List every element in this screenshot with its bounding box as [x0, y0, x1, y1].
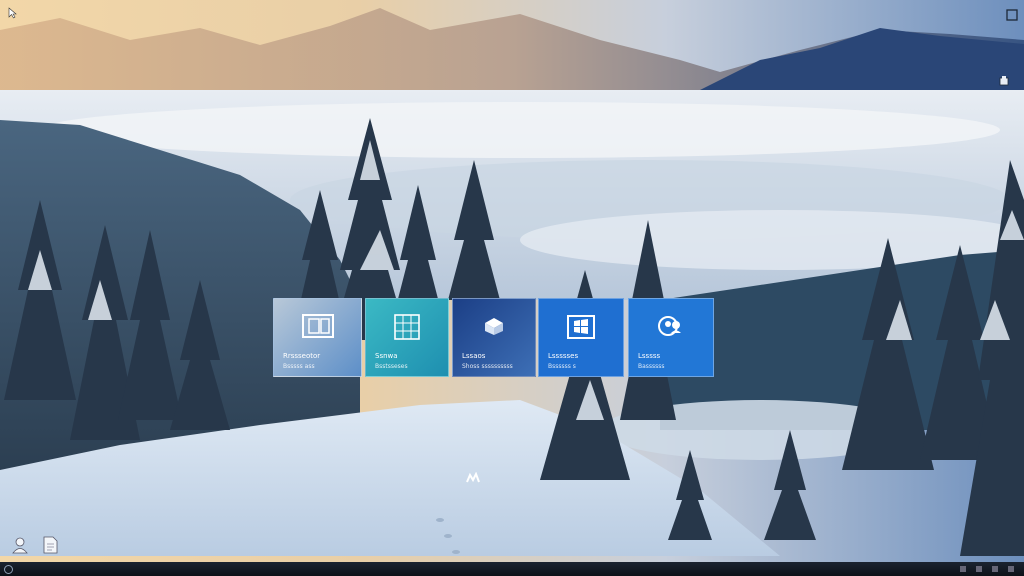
tile-label: Rrssseotor [283, 352, 321, 360]
tile-label: Lsssss [638, 352, 661, 360]
tray-icon[interactable] [960, 566, 966, 572]
taskbar[interactable] [0, 562, 1024, 576]
person-icon[interactable] [10, 536, 30, 554]
tile-label: Lssaos [462, 352, 486, 360]
tile-2[interactable]: Ssnwa Bsstsseses [365, 298, 449, 377]
tray-icon[interactable] [992, 566, 998, 572]
tile-label: Ssnwa [375, 352, 398, 360]
tile-sublabel: Shoss ssssssssss [462, 363, 513, 370]
tile-sublabel: Bssssss s [548, 363, 576, 370]
document-icon[interactable] [42, 536, 58, 554]
tile-sublabel: Bsssss ass [283, 363, 315, 370]
people-icon [656, 313, 686, 343]
pointer-icon [465, 471, 481, 485]
app-icon[interactable] [998, 72, 1010, 86]
tile-3[interactable]: Lssaos Shoss ssssssssss [452, 298, 536, 377]
cursor-icon [8, 4, 18, 19]
window-icon [301, 313, 335, 343]
desktop-wallpaper [0, 0, 1024, 576]
tray-icon[interactable] [1008, 566, 1014, 572]
tile-sublabel: Bsstsseses [375, 363, 408, 370]
tile-label: Lssssses [548, 352, 579, 360]
tile-sublabel: Bassssss [638, 363, 665, 370]
calendar-grid-icon [393, 313, 421, 345]
tile-1[interactable]: Rrssseotor Bsssss ass [273, 298, 362, 377]
start-icon[interactable] [4, 565, 13, 574]
tile-5[interactable]: Lsssss Bassssss [628, 298, 714, 377]
tray-icon[interactable] [976, 566, 982, 572]
restore-icon[interactable] [1006, 6, 1018, 21]
windows-logo-icon [565, 313, 597, 345]
tile-4[interactable]: Lssssses Bssssss s [538, 298, 624, 377]
box-icon [481, 313, 507, 341]
